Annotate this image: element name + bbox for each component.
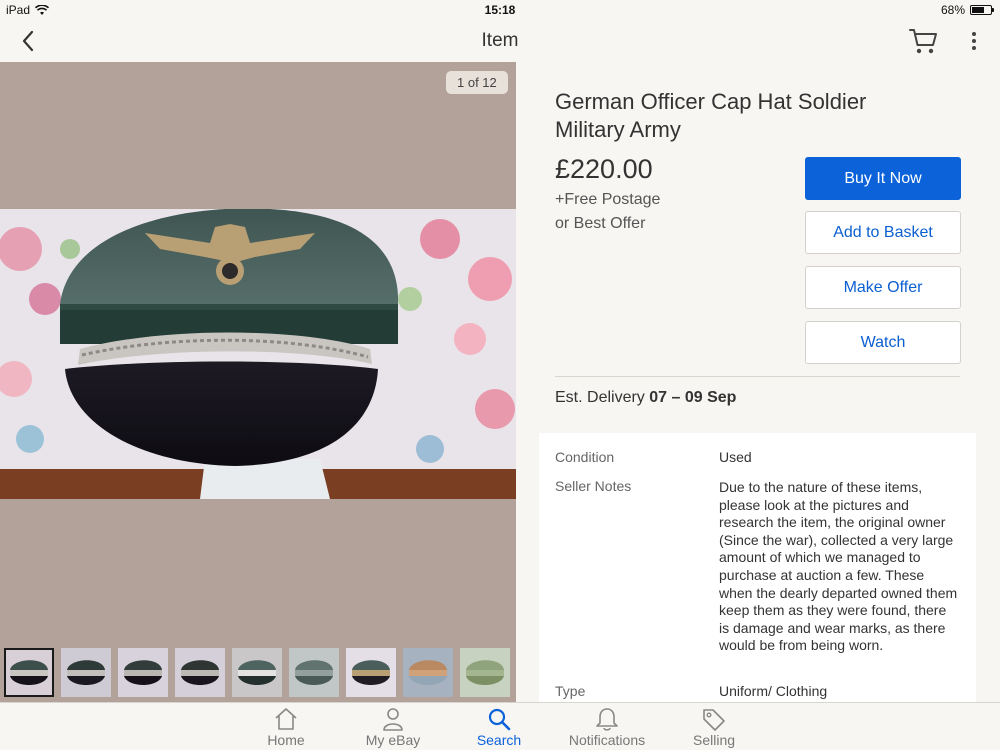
photo-counter: 1 of 12 xyxy=(446,71,508,94)
add-to-basket-button[interactable]: Add to Basket xyxy=(805,211,961,254)
bell-icon xyxy=(596,708,618,731)
postage-info: +Free Postage xyxy=(555,191,661,208)
make-offer-button[interactable]: Make Offer xyxy=(805,266,961,309)
photo-thumbnail[interactable] xyxy=(4,648,54,697)
condition-value: Used xyxy=(719,449,752,465)
photo-thumbnail[interactable] xyxy=(460,648,510,697)
navigation-bar: Item xyxy=(0,20,1000,62)
photo-thumbnail[interactable] xyxy=(118,648,168,697)
person-icon xyxy=(383,708,403,731)
tab-home[interactable]: Home xyxy=(256,703,316,750)
more-options-icon[interactable] xyxy=(964,28,984,54)
divider xyxy=(555,376,960,377)
cart-icon[interactable] xyxy=(908,26,940,56)
thumbnail-strip xyxy=(4,648,510,697)
tab-selling-label: Selling xyxy=(692,732,736,748)
search-icon xyxy=(488,708,511,731)
clock: 15:18 xyxy=(484,3,516,17)
photo-thumbnail[interactable] xyxy=(403,648,453,697)
item-title: German Officer Cap Hat Soldier Military … xyxy=(555,89,867,142)
seller-notes-label: Seller Notes xyxy=(555,478,632,494)
watch-button[interactable]: Watch xyxy=(805,321,961,364)
battery-icon xyxy=(970,5,994,15)
type-value: Uniform/ Clothing xyxy=(719,683,828,699)
tab-notifications[interactable]: Notifications xyxy=(560,703,654,750)
item-price: £220.00 xyxy=(555,154,653,184)
tab-search-label: Search xyxy=(476,732,522,748)
delivery-label: Est. Delivery xyxy=(555,389,645,406)
item-details: German Officer Cap Hat Soldier Military … xyxy=(516,62,1000,702)
best-offer-info: or Best Offer xyxy=(555,215,646,232)
tab-selling[interactable]: Selling xyxy=(684,703,744,750)
photo-thumbnail[interactable] xyxy=(289,648,339,697)
photo-thumbnail[interactable] xyxy=(175,648,225,697)
battery-percent: 68% xyxy=(940,3,965,17)
main-item-photo[interactable] xyxy=(0,209,516,499)
seller-notes-value: Due to the nature of these items, please… xyxy=(719,479,958,654)
photo-thumbnail[interactable] xyxy=(232,648,282,697)
type-label: Type xyxy=(555,683,586,699)
delivery-dates: 07 – 09 Sep xyxy=(649,389,737,406)
photo-gallery[interactable]: 1 of 12 xyxy=(0,62,516,702)
buy-it-now-button[interactable]: Buy It Now xyxy=(805,157,961,200)
tab-my-ebay[interactable]: My eBay xyxy=(356,703,430,750)
tab-bar: Home My eBay Search Notifications Sellin… xyxy=(0,702,1000,750)
home-icon xyxy=(275,708,297,730)
tab-my-ebay-label: My eBay xyxy=(365,732,421,748)
item-specifics-card: Condition Used Seller Notes Due to the n… xyxy=(539,433,976,702)
tag-icon xyxy=(703,709,725,731)
estimated-delivery: Est. Delivery 07 – 09 Sep xyxy=(555,389,736,407)
status-bar: iPad 15:18 68% xyxy=(0,0,1000,20)
tab-notifications-label: Notifications xyxy=(568,732,646,748)
condition-label: Condition xyxy=(555,449,615,465)
photo-thumbnail[interactable] xyxy=(61,648,111,697)
photo-thumbnail[interactable] xyxy=(346,648,396,697)
page-title: Item xyxy=(481,30,519,51)
tab-home-label: Home xyxy=(267,732,305,748)
tab-search[interactable]: Search xyxy=(468,703,530,750)
